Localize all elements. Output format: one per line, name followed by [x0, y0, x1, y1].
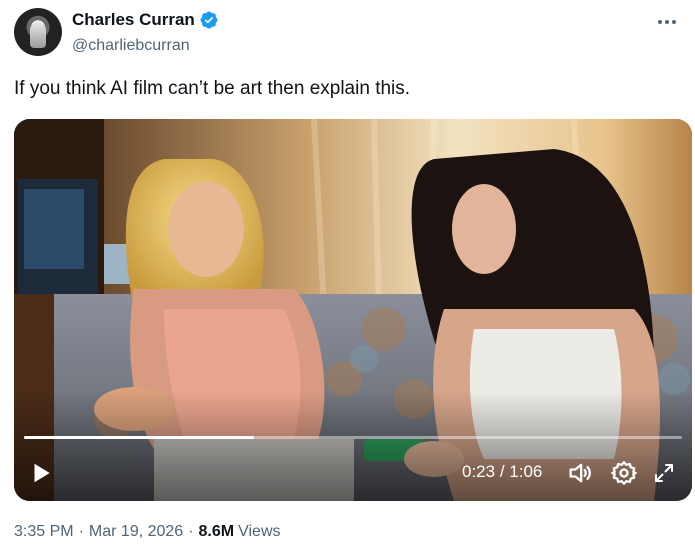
play-icon[interactable] [28, 459, 54, 487]
author-avatar[interactable] [14, 8, 62, 56]
tweet-time[interactable]: 3:35 PM [14, 523, 74, 541]
views-label: Views [238, 523, 281, 540]
views-count: 8.6M [198, 523, 235, 540]
author-display-name[interactable]: Charles Curran [72, 10, 195, 30]
meta-separator: · [188, 523, 194, 540]
more-icon-dot [658, 20, 662, 24]
tweet-meta: 3:35 PM · Mar 19, 2026 · 8.6M Views [14, 523, 281, 541]
settings-icon[interactable] [610, 459, 638, 487]
tweet-date[interactable]: Mar 19, 2026 [89, 523, 183, 541]
video-time-separator: / [495, 462, 510, 481]
volume-icon[interactable] [566, 459, 594, 487]
video-time: 0:23 / 1:06 [462, 462, 542, 482]
video-player[interactable]: 0:23 / 1:06 [14, 119, 692, 501]
video-progress-bar[interactable] [24, 436, 682, 439]
more-icon-dot [672, 20, 676, 24]
author-name-row: Charles Curran [72, 10, 219, 30]
tweet-text: If you think AI film can’t be art then e… [14, 78, 411, 99]
video-progress-fill [24, 436, 255, 439]
author-handle[interactable]: @charliebcurran [72, 37, 190, 55]
more-options-button[interactable] [655, 10, 679, 34]
verified-badge-icon [200, 11, 218, 29]
meta-separator: · [78, 523, 84, 540]
more-icon-dot [665, 20, 669, 24]
video-current-time: 0:23 [462, 462, 496, 481]
fullscreen-icon[interactable] [652, 461, 676, 485]
video-duration: 1:06 [509, 462, 543, 481]
